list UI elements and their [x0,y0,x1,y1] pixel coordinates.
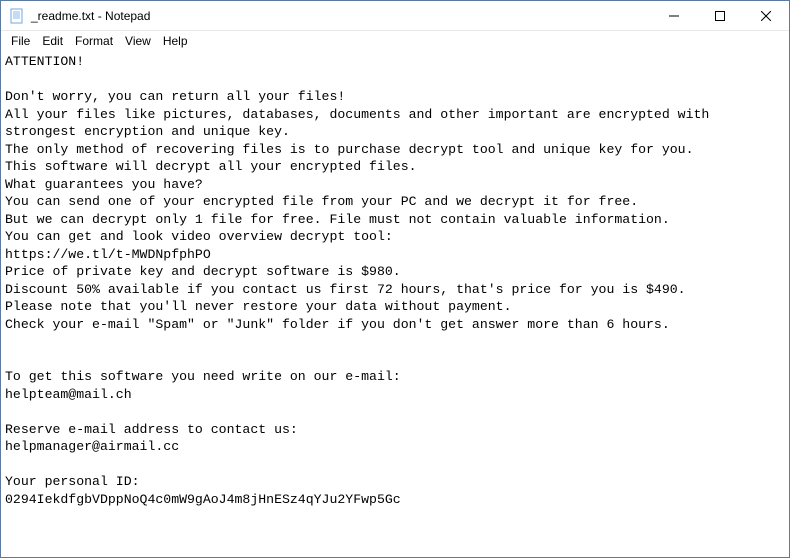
menu-view[interactable]: View [119,32,157,50]
text-area[interactable]: ATTENTION! Don't worry, you can return a… [1,51,789,557]
notepad-icon [9,8,25,24]
menubar: File Edit Format View Help [1,31,789,51]
titlebar: _readme.txt - Notepad [1,1,789,31]
close-button[interactable] [743,1,789,30]
maximize-button[interactable] [697,1,743,30]
window-title: _readme.txt - Notepad [31,9,651,23]
window-controls [651,1,789,30]
menu-edit[interactable]: Edit [36,32,69,50]
menu-format[interactable]: Format [69,32,119,50]
notepad-window: _readme.txt - Notepad File Edit Format V… [0,0,790,558]
menu-help[interactable]: Help [157,32,194,50]
document-text: ATTENTION! Don't worry, you can return a… [5,53,785,508]
menu-file[interactable]: File [5,32,36,50]
minimize-button[interactable] [651,1,697,30]
